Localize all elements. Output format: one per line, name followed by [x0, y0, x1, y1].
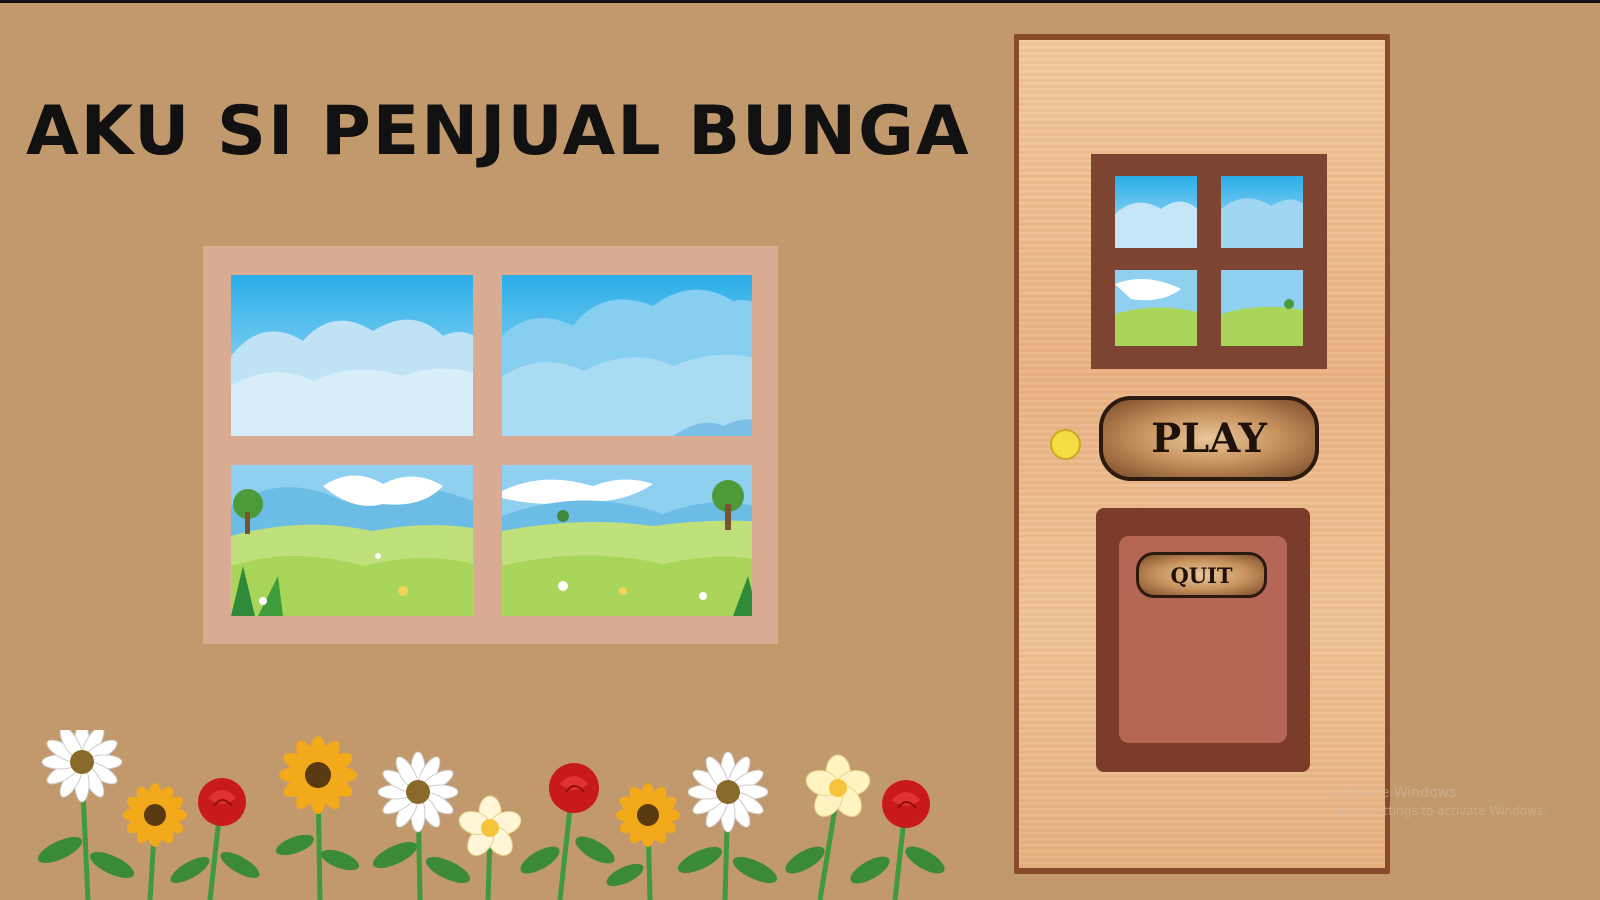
door-knob [1050, 429, 1081, 460]
activation-watermark: Activate Windows Go to Settings to activ… [1332, 784, 1547, 820]
door-window-view [1115, 176, 1303, 346]
watermark-line1: Activate Windows [1332, 785, 1457, 801]
watermark-line2: Go to Settings to activate Windows. [1332, 804, 1547, 818]
flower-garden [37, 730, 945, 900]
window-landscape [231, 275, 752, 616]
game-title: AKU SI PENJUAL BUNGA [26, 92, 971, 171]
quit-button[interactable]: QUIT [1136, 552, 1267, 598]
wall-window [203, 246, 778, 644]
top-border [0, 0, 1600, 3]
play-button[interactable]: PLAY [1099, 396, 1319, 481]
door-window [1091, 154, 1327, 369]
